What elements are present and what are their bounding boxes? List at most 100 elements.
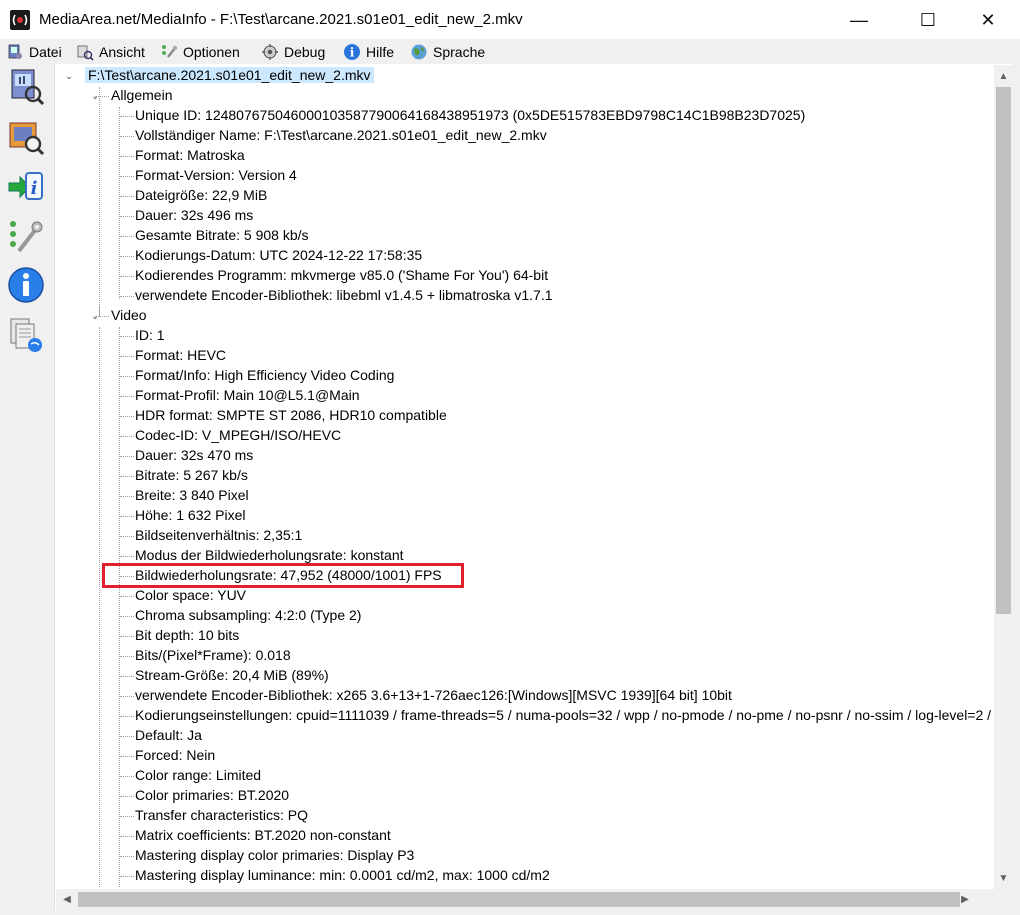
tree-item[interactable]: Format: HEVC: [135, 345, 226, 365]
tree-item[interactable]: Höhe: 1 632 Pixel: [135, 505, 246, 525]
tree-item[interactable]: Modus der Bildwiederholungsrate: konstan…: [135, 545, 404, 565]
scrollbar-corner: [994, 889, 1013, 910]
menu-datei-label: Datei: [29, 44, 62, 60]
export-button[interactable]: i: [5, 166, 47, 208]
tree-branch: [120, 656, 134, 657]
close-button[interactable]: ✕: [965, 0, 1011, 40]
tree-item[interactable]: Color range: Limited: [135, 765, 261, 785]
tree-item[interactable]: Format-Version: Version 4: [135, 165, 297, 185]
minimize-button[interactable]: —: [836, 0, 882, 40]
tree-item[interactable]: Forced: Nein: [135, 745, 215, 765]
tree-item[interactable]: Bit depth: 10 bits: [135, 625, 239, 645]
tree-section-video[interactable]: Video: [111, 305, 147, 325]
horizontal-scroll-thumb[interactable]: [78, 892, 960, 907]
tree-item[interactable]: Format: Matroska: [135, 145, 245, 165]
open-file-icon: [11, 69, 45, 106]
menu-optionen-label: Optionen: [183, 44, 240, 60]
tree-branch: [120, 456, 134, 457]
options-icon: [162, 45, 178, 58]
horizontal-scrollbar[interactable]: ◀ ▶: [56, 889, 994, 910]
tree-item[interactable]: Dauer: 32s 470 ms: [135, 445, 253, 465]
tree-item[interactable]: Mastering display color primaries: Displ…: [135, 845, 414, 865]
tree-item[interactable]: Kodierungseinstellungen: cpuid=1111039 /…: [135, 705, 994, 725]
tree-item[interactable]: Breite: 3 840 Pixel: [135, 485, 249, 505]
about-icon: [8, 267, 44, 303]
menu-optionen[interactable]: Optionen: [160, 42, 240, 62]
info-tree[interactable]: ⌄ ⌄ ⌄ F:\Test\arcane.2021.s01e01_edit_ne…: [56, 65, 994, 889]
menu-ansicht-label: Ansicht: [99, 44, 145, 60]
menu-hilfe[interactable]: i Hilfe: [343, 42, 394, 62]
svg-text:i: i: [350, 46, 355, 60]
about-button[interactable]: [5, 264, 47, 306]
language-icon: [411, 44, 427, 60]
web-button[interactable]: [5, 314, 47, 356]
tree-branch: [120, 876, 134, 877]
tree-branch: [120, 196, 134, 197]
menu-debug[interactable]: Debug: [261, 42, 325, 62]
vertical-scrollbar[interactable]: ▲ ▼: [994, 65, 1013, 889]
vertical-scroll-thumb[interactable]: [996, 87, 1011, 614]
scroll-down-arrow-icon[interactable]: ▼: [994, 869, 1013, 887]
tree-branch: [120, 696, 134, 697]
menu-hilfe-label: Hilfe: [366, 44, 395, 60]
menu-datei[interactable]: Datei: [6, 42, 62, 62]
tree-item[interactable]: ID: 1: [135, 325, 165, 345]
tree-item[interactable]: HDR format: SMPTE ST 2086, HDR10 compati…: [135, 405, 447, 425]
svg-text:i: i: [31, 178, 38, 199]
allgemein-collapse-toggle[interactable]: ⌄: [90, 91, 100, 101]
scroll-up-arrow-icon[interactable]: ▲: [994, 67, 1013, 85]
tree-item[interactable]: Codec-ID: V_MPEGH/ISO/HEVC: [135, 425, 341, 445]
tree-section-allgemein[interactable]: Allgemein: [111, 85, 172, 105]
video-collapse-toggle[interactable]: ⌄: [90, 311, 100, 321]
tree-branch: [120, 836, 134, 837]
tree-item[interactable]: Color primaries: BT.2020: [135, 785, 289, 805]
menu-ansicht[interactable]: Ansicht: [76, 42, 145, 62]
tree-root-label: F:\Test\arcane.2021.s01e01_edit_new_2.mk…: [85, 67, 374, 83]
scroll-left-arrow-icon[interactable]: ◀: [58, 889, 76, 910]
tree-item[interactable]: Kodierungs-Datum: UTC 2024-12-22 17:58:3…: [135, 245, 422, 265]
tree-branch: [120, 216, 134, 217]
tree-item[interactable]: Unique ID: 12480767504600010358779006416…: [135, 105, 805, 125]
tree-item[interactable]: Stream-Größe: 20,4 MiB (89%): [135, 665, 329, 685]
tree-item[interactable]: Gesamte Bitrate: 5 908 kb/s: [135, 225, 309, 245]
file-icon: [8, 44, 22, 59]
tree-item[interactable]: Format-Profil: Main 10@L5.1@Main: [135, 385, 360, 405]
tree-item[interactable]: Mastering display luminance: min: 0.0001…: [135, 865, 550, 885]
root-collapse-toggle[interactable]: ⌄: [64, 71, 74, 81]
tree-branch: [120, 716, 134, 717]
tree-item[interactable]: Transfer characteristics: PQ: [135, 805, 308, 825]
mediainfo-app-icon: [10, 10, 30, 30]
tree-item[interactable]: Color space: YUV: [135, 585, 246, 605]
scroll-right-arrow-icon[interactable]: ▶: [956, 889, 974, 910]
tree-item[interactable]: Default: Ja: [135, 725, 202, 745]
tree-item[interactable]: Dauer: 32s 496 ms: [135, 205, 253, 225]
preferences-button[interactable]: [5, 216, 47, 258]
tree-branch: [120, 256, 134, 257]
tree-item[interactable]: Format/Info: High Efficiency Video Codin…: [135, 365, 394, 385]
menu-bar: Datei Ansicht Optionen Debug i Hilfe Spr…: [0, 40, 1020, 64]
tree-item[interactable]: Bitrate: 5 267 kb/s: [135, 465, 248, 485]
tree-branch: [120, 116, 134, 117]
window-frame-right: [1013, 40, 1020, 915]
tree-branch: [120, 276, 134, 277]
tree-item[interactable]: Chroma subsampling: 4:2:0 (Type 2): [135, 605, 361, 625]
tree-branch: [120, 536, 134, 537]
tree-item[interactable]: Vollständiger Name: F:\Test\arcane.2021.…: [135, 125, 547, 145]
tree-item[interactable]: Bildseitenverhältnis: 2,35:1: [135, 525, 302, 545]
tree-item[interactable]: Bits/(Pixel*Frame): 0.018: [135, 645, 291, 665]
maximize-button[interactable]: ☐: [905, 0, 951, 40]
tree-root-file[interactable]: F:\Test\arcane.2021.s01e01_edit_new_2.mk…: [85, 65, 374, 85]
export-icon: i: [8, 172, 43, 200]
preferences-icon: [10, 221, 43, 253]
tree-item[interactable]: Kodierendes Programm: mkvmerge v85.0 ('S…: [135, 265, 548, 285]
menu-sprache[interactable]: Sprache: [410, 42, 485, 62]
tree-item[interactable]: Matrix coefficients: BT.2020 non-constan…: [135, 825, 391, 845]
tree-item[interactable]: verwendete Encoder-Bibliothek: x265 3.6+…: [135, 685, 732, 705]
open-folder-button[interactable]: [5, 116, 47, 158]
view-icon: [77, 45, 94, 61]
open-file-button[interactable]: [5, 66, 47, 108]
frame-rate-highlight-box: [102, 563, 464, 588]
tree-item[interactable]: Dateigröße: 22,9 MiB: [135, 185, 267, 205]
tree-item[interactable]: verwendete Encoder-Bibliothek: libebml v…: [135, 285, 553, 305]
tree-branch: [120, 136, 134, 137]
